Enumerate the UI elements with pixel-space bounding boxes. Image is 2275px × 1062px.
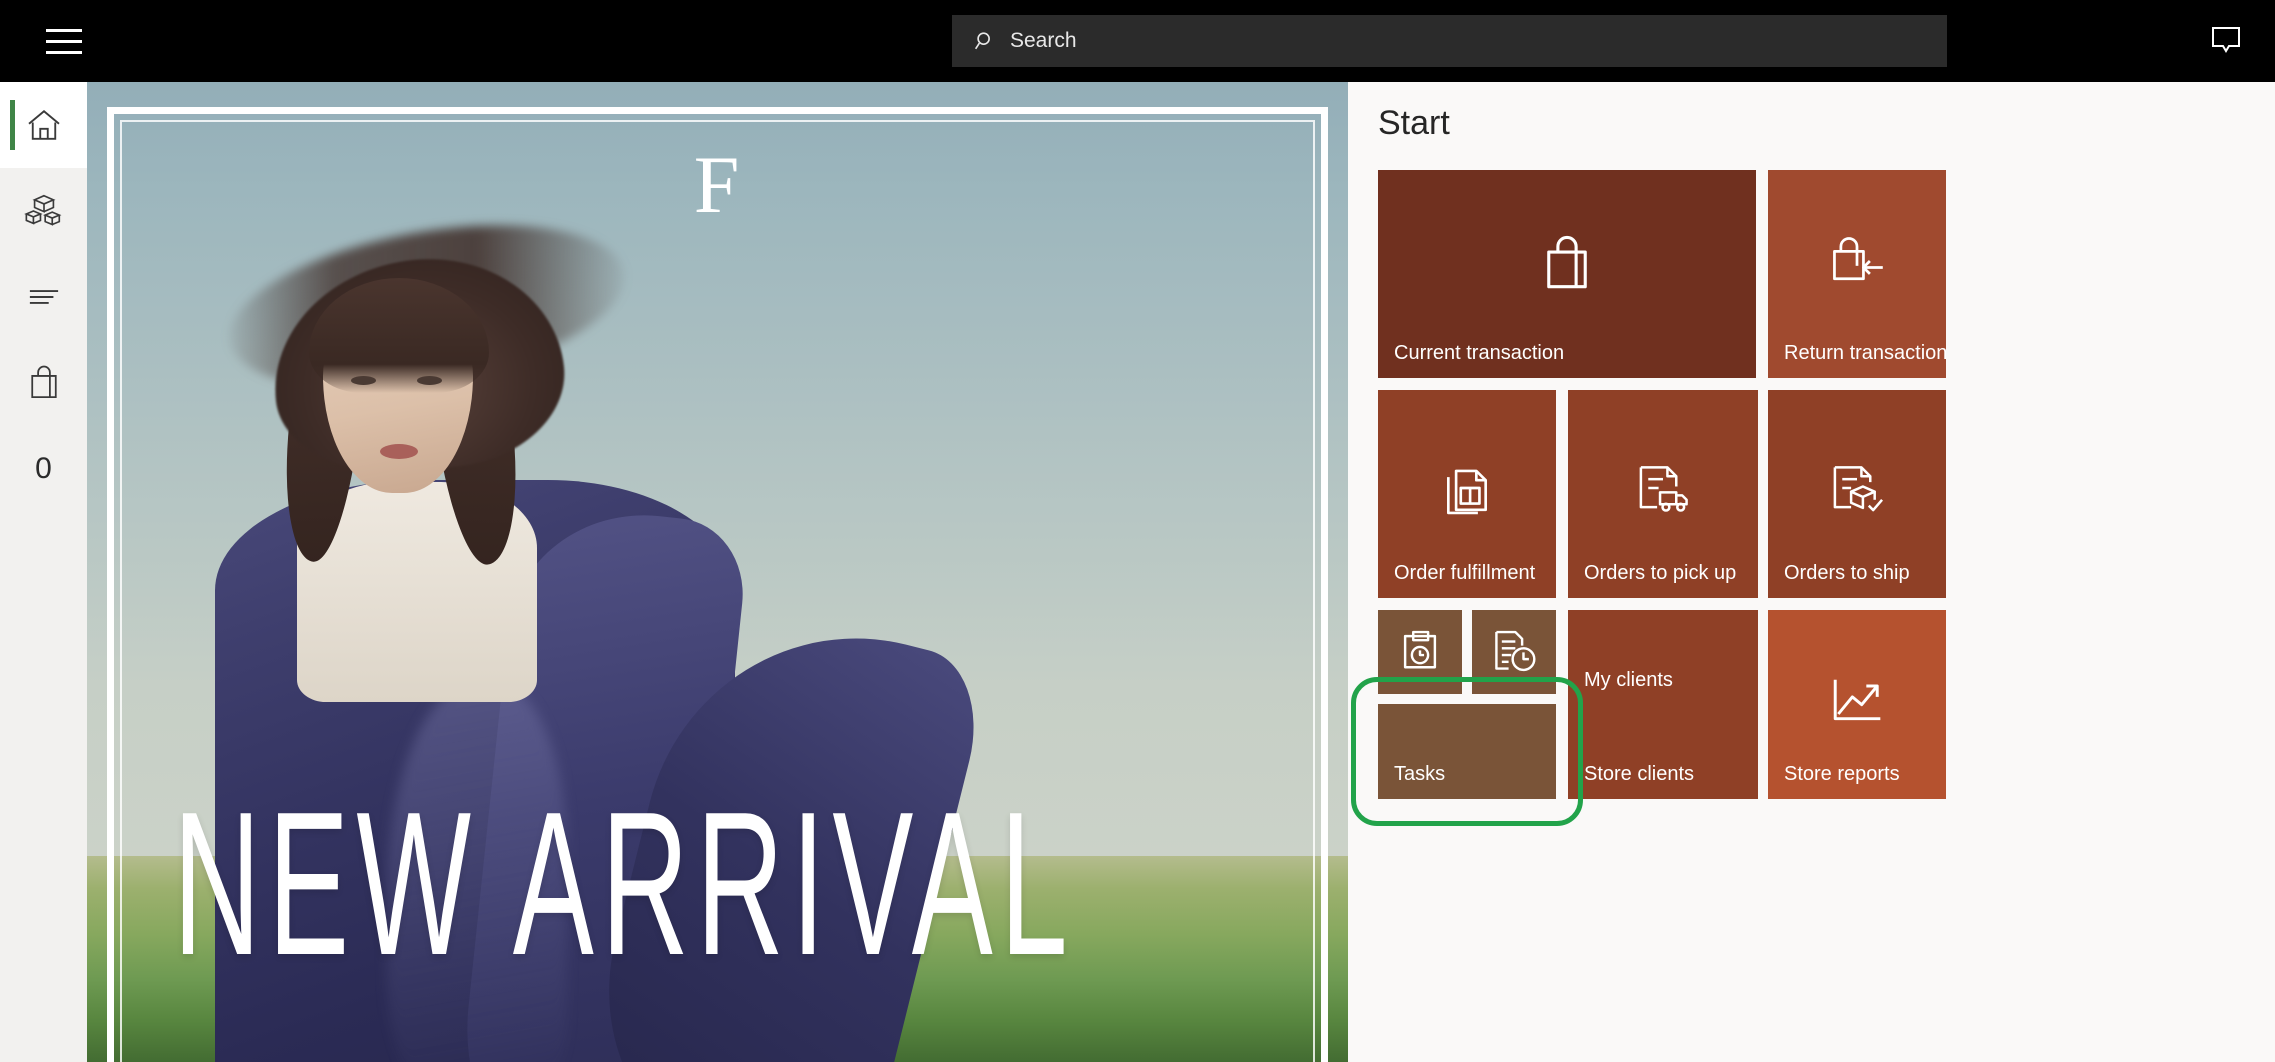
chat-bubble-glyph xyxy=(2212,27,2240,53)
tile-label: Store clients xyxy=(1584,763,1695,785)
page-title: Start xyxy=(1378,104,1450,142)
tile-return-transaction[interactable]: Return transaction xyxy=(1768,170,1946,378)
chat-bubble-icon[interactable] xyxy=(2191,0,2261,82)
start-panel: Start Current transaction Return transac… xyxy=(1348,82,2275,1062)
document-stack-icon-glyph xyxy=(1447,469,1487,515)
sidebar-item-products[interactable] xyxy=(0,168,87,254)
hamburger-line xyxy=(46,50,82,54)
tile-label: Order fulfillment xyxy=(1394,562,1536,584)
tile-store-reports[interactable]: Store reports xyxy=(1768,610,1946,799)
item-count-label: 0 xyxy=(35,452,52,485)
bag-return-arrow-icon xyxy=(1768,232,1946,290)
hamburger-line xyxy=(46,28,82,32)
top-app-bar: Search xyxy=(0,0,2275,82)
tile-label: Orders to pick up xyxy=(1584,562,1737,584)
search-input[interactable]: Search xyxy=(952,15,1947,67)
tile-orders-to-ship[interactable]: Orders to ship xyxy=(1768,390,1946,598)
bag-return-arrow-icon-glyph xyxy=(1833,237,1883,281)
clipboard-clock-icon-glyph xyxy=(1403,630,1437,669)
list-clock-icon xyxy=(1472,628,1556,674)
tile-store-clients[interactable]: Store clients xyxy=(1568,704,1758,799)
tile-label: Current transaction xyxy=(1394,342,1565,364)
tile-label: Return transaction xyxy=(1784,342,1946,364)
hamburger-line xyxy=(46,39,82,43)
home-icon xyxy=(27,110,60,140)
brand-logo: F xyxy=(693,139,742,230)
tile-label: Store reports xyxy=(1784,763,1900,785)
products-cubes-icon xyxy=(23,194,61,226)
document-truck-icon xyxy=(1568,460,1758,516)
shopping-bag-icon xyxy=(1378,232,1756,294)
sidebar-item-cart[interactable] xyxy=(0,340,87,426)
left-navigation-rail: 0 xyxy=(0,82,87,1062)
tile-task-recorder[interactable] xyxy=(1378,610,1462,694)
clipboard-clock-icon xyxy=(1378,628,1462,674)
list-clock-icon-glyph xyxy=(1495,630,1536,672)
tile-my-clients[interactable]: My clients xyxy=(1568,610,1758,705)
sidebar-item-count[interactable]: 0 xyxy=(0,426,87,512)
tile-tasks[interactable]: Tasks xyxy=(1378,704,1556,799)
document-box-check-icon-glyph xyxy=(1833,466,1884,512)
tile-shift-log[interactable] xyxy=(1472,610,1556,694)
tile-orders-to-pick-up[interactable]: Orders to pick up xyxy=(1568,390,1758,598)
tile-current-transaction[interactable]: Current transaction xyxy=(1378,170,1756,378)
sidebar-item-journal[interactable] xyxy=(0,254,87,340)
trending-chart-icon xyxy=(1768,672,1946,728)
search-icon xyxy=(974,32,990,50)
hero-headline: NEW ARRIVAL xyxy=(173,769,1075,998)
tile-label: Tasks xyxy=(1394,763,1446,785)
tile-label: My clients xyxy=(1584,669,1673,691)
shopping-bag-icon xyxy=(30,365,57,398)
tile-label: Orders to ship xyxy=(1784,562,1910,584)
list-lines-icon xyxy=(29,290,58,304)
document-box-check-icon xyxy=(1768,460,1946,516)
shopping-bag-icon-glyph xyxy=(1547,235,1587,289)
tile-grid: Current transaction Return transaction O… xyxy=(1351,170,2258,1030)
document-truck-icon-glyph xyxy=(1639,466,1688,512)
hamburger-menu-icon[interactable] xyxy=(22,0,106,82)
trending-chart-icon-glyph xyxy=(1833,679,1881,721)
document-stack-icon xyxy=(1378,460,1556,516)
sidebar-item-home[interactable] xyxy=(0,82,87,168)
tile-order-fulfillment[interactable]: Order fulfillment xyxy=(1378,390,1556,598)
hero-promo-image: F NEW ARRIVAL xyxy=(87,82,1348,1062)
search-placeholder: Search xyxy=(1010,29,1077,52)
